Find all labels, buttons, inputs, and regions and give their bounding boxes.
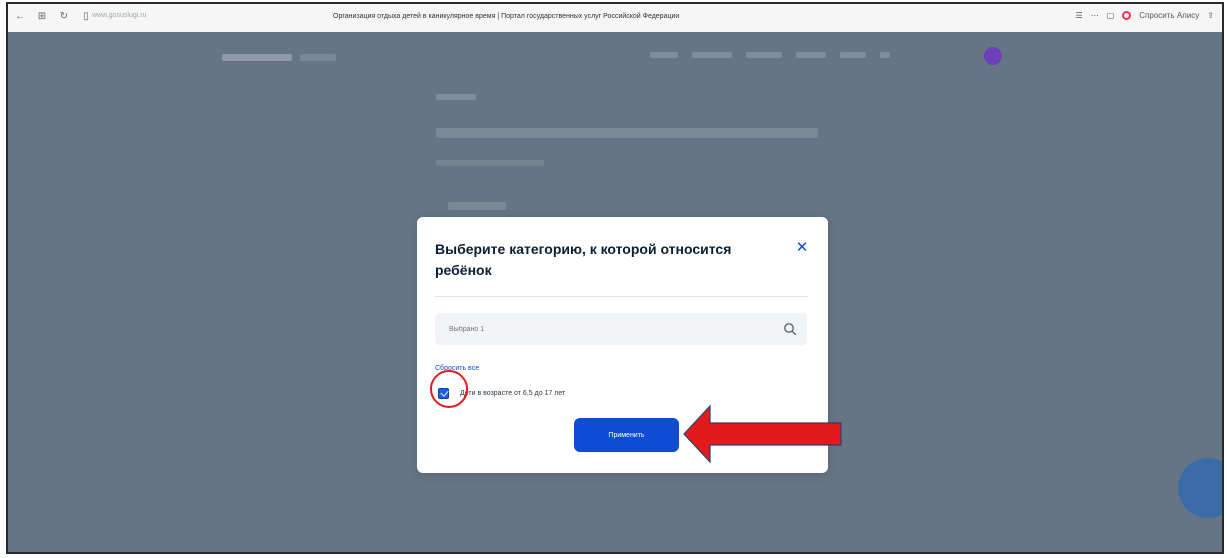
browser-nav: ← ⊞ ↻ ▯ <box>14 11 92 23</box>
divider <box>435 296 808 297</box>
chat-helper-icon <box>1178 458 1222 518</box>
top-navigation <box>650 52 890 58</box>
modal-title: Выберите категорию, к которой относится … <box>435 241 732 278</box>
close-icon[interactable]: ✕ <box>795 240 809 255</box>
page-title <box>436 128 818 138</box>
page-subtitle <box>436 160 544 166</box>
more-icon[interactable]: ⋯ <box>1091 11 1099 20</box>
search-input[interactable] <box>435 313 779 345</box>
reload-icon[interactable]: ↻ <box>58 11 70 23</box>
category-search <box>435 313 807 345</box>
field-label <box>448 202 506 210</box>
window-icon[interactable]: ▢ <box>1107 11 1115 20</box>
back-link <box>436 94 476 100</box>
apply-button[interactable]: Применить <box>574 418 679 452</box>
lock-icon: ▯ <box>83 11 89 22</box>
extensions-icon[interactable]: ⊞ <box>36 11 48 23</box>
nav-item <box>692 52 732 58</box>
annotation-arrow-icon <box>683 404 842 464</box>
annotation-circle <box>430 370 468 408</box>
avatar <box>984 47 1002 65</box>
alice-label[interactable]: Спросить Алису <box>1139 11 1199 20</box>
site-logo <box>222 54 292 61</box>
nav-search-icon <box>880 52 890 58</box>
browser-toolbar: ← ⊞ ↻ ▯ www.gosuslugi.ru Организация отд… <box>8 4 1222 33</box>
category-option-label[interactable]: Дети в возрасте от 6,5 до 17 лет <box>460 390 565 397</box>
screenshot-frame: ← ⊞ ↻ ▯ www.gosuslugi.ru Организация отд… <box>6 2 1224 554</box>
nav-item <box>796 52 826 58</box>
nav-item <box>746 52 782 58</box>
browser-right-controls: ☰ ⋯ ▢ Спросить Алису ⇪ <box>1076 11 1214 20</box>
tab-title: Организация отдыха детей в каникулярное … <box>333 13 680 20</box>
region-selector <box>300 54 336 61</box>
alice-icon[interactable] <box>1122 11 1132 20</box>
nav-item <box>650 52 678 58</box>
nav-item <box>840 52 866 58</box>
share-icon[interactable]: ⇪ <box>1207 11 1214 20</box>
bookmarks-icon[interactable]: ☰ <box>1076 11 1083 20</box>
address-bar[interactable]: www.gosuslugi.ru <box>92 12 146 19</box>
search-icon[interactable] <box>783 322 797 336</box>
back-arrow-icon[interactable]: ← <box>14 11 26 23</box>
